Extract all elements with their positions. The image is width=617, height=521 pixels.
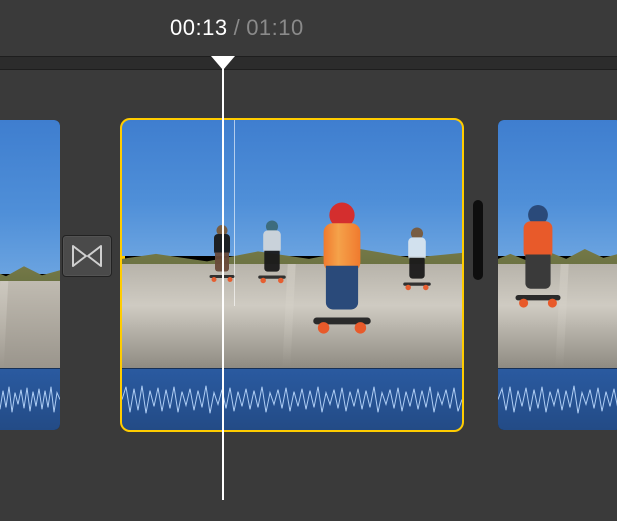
timeline-ruler[interactable] — [0, 56, 617, 70]
clip-edge-trim-handle[interactable] — [473, 200, 483, 280]
clip-audio-waveform[interactable] — [122, 368, 462, 430]
clip-video-thumbnail — [0, 120, 60, 368]
clips-row — [0, 120, 617, 440]
clip-video-thumbnail — [122, 120, 462, 368]
timecode-current: 00:13 — [170, 15, 228, 41]
timecode-total: 01:10 — [246, 15, 304, 41]
timecode-separator: / — [234, 15, 241, 41]
timeline-clip[interactable] — [0, 120, 60, 430]
timeline-clip[interactable] — [498, 120, 617, 430]
timecode-bar: 00:13 / 01:10 — [0, 0, 617, 56]
clip-video-thumbnail — [498, 120, 617, 368]
clip-audio-waveform[interactable] — [498, 368, 617, 430]
timeline-clip-selected[interactable] — [122, 120, 462, 430]
timeline-track-area[interactable] — [0, 70, 617, 460]
clip-audio-waveform[interactable] — [0, 368, 60, 430]
transition-cross-dissolve-icon[interactable] — [62, 235, 112, 277]
